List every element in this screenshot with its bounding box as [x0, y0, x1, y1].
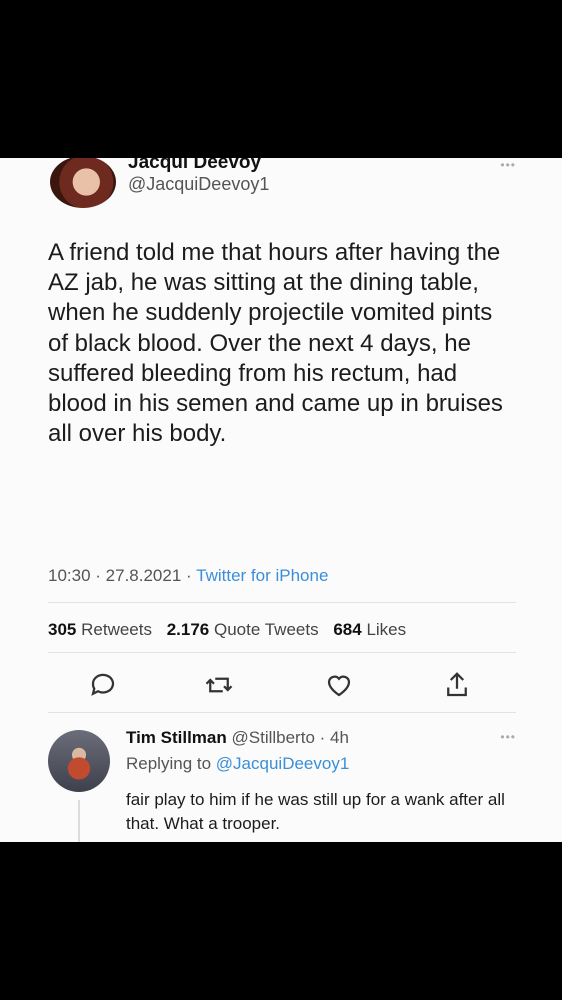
like-icon[interactable]: [324, 670, 360, 706]
tweet-timestamp: 10:30 · 27.8.2021 · Twitter for iPhone: [48, 566, 329, 585]
tweet-source-link[interactable]: Twitter for iPhone: [196, 566, 328, 585]
tweet-date: 27.8.2021: [105, 566, 182, 585]
author-name[interactable]: Jacqui Deevoy: [128, 158, 261, 174]
more-options-icon[interactable]: •••: [500, 158, 516, 172]
tweet-stats: 305 Retweets 2.176 Quote Tweets 684 Like…: [48, 620, 406, 640]
divider: [48, 602, 516, 603]
reply-icon[interactable]: [88, 670, 124, 706]
tweet-time: 10:30: [48, 566, 91, 585]
replying-to: Replying to @JacquiDeevoy1: [126, 754, 350, 773]
reply-author-name: Tim Stillman: [126, 728, 227, 747]
divider: [48, 652, 516, 653]
retweets-stat[interactable]: 305 Retweets: [48, 620, 152, 639]
author-avatar[interactable]: [50, 158, 116, 208]
quote-tweets-stat[interactable]: 2.176 Quote Tweets: [167, 620, 319, 639]
reply-tweet[interactable]: Tim Stillman @Stillberto · 4h ••• Replyi…: [48, 726, 562, 842]
tweet-text: A friend told me that hours after having…: [48, 239, 503, 448]
retweet-icon[interactable]: [204, 670, 240, 706]
replying-to-mention[interactable]: @JacquiDeevoy1: [216, 754, 350, 773]
reply-author-avatar[interactable]: [48, 730, 110, 792]
reply-author[interactable]: Tim Stillman @Stillberto · 4h: [126, 728, 349, 748]
reply-more-options-icon[interactable]: •••: [500, 730, 516, 744]
tweet-screen: Jacqui Deevoy @JacquiDeevoy1 ••• A frien…: [0, 158, 562, 842]
tweet-header: Jacqui Deevoy @JacquiDeevoy1 •••: [50, 158, 562, 212]
share-icon[interactable]: [442, 670, 478, 706]
divider: [48, 712, 516, 713]
reply-text: fair play to him if he was still up for …: [126, 790, 505, 833]
reply-author-handle: @Stillberto: [231, 728, 315, 747]
reply-age: 4h: [330, 728, 349, 747]
tweet-actions: [88, 670, 478, 706]
author-handle[interactable]: @JacquiDeevoy1: [128, 174, 269, 195]
likes-stat[interactable]: 684 Likes: [333, 620, 406, 639]
thread-line: [78, 800, 80, 842]
